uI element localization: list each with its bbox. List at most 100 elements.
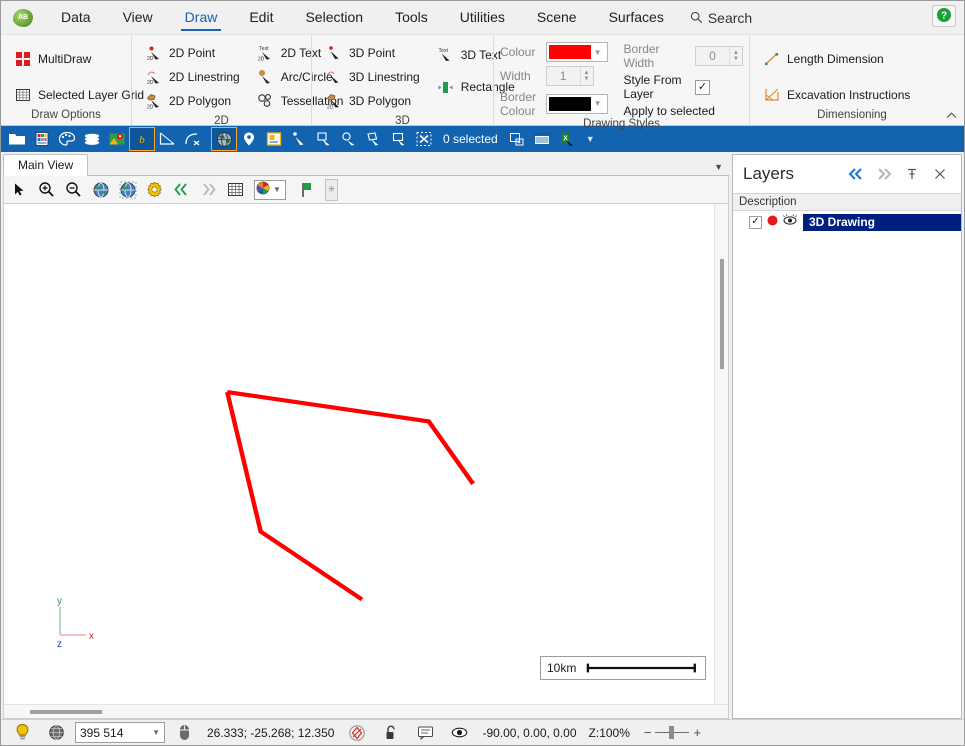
- style-from-layer-checkbox[interactable]: ✓: [695, 79, 710, 95]
- 2d-polygon-label: 2D Polygon: [169, 94, 232, 108]
- colour-picker[interactable]: ▼: [545, 42, 608, 63]
- ribbon-tab-draw[interactable]: Draw: [169, 4, 234, 31]
- view-tab-strip: Main View ▼: [3, 154, 729, 176]
- app-logo[interactable]: AB: [1, 3, 45, 33]
- border-width-spinner[interactable]: 0 ▲ ▼: [695, 46, 743, 66]
- horizontal-scrollbar-thumb[interactable]: [30, 710, 102, 714]
- grid-toggle-icon[interactable]: [223, 178, 248, 202]
- canvas-horizontal-scrollbar[interactable]: [4, 704, 728, 718]
- ribbon-tab-utilities[interactable]: Utilities: [444, 4, 521, 31]
- zoom-in-icon[interactable]: [34, 178, 59, 202]
- lightbulb-icon[interactable]: [7, 722, 37, 744]
- open-folder-icon[interactable]: [5, 128, 29, 150]
- eye-icon[interactable]: [444, 722, 474, 744]
- length-dimension-button[interactable]: Length Dimension: [760, 47, 916, 71]
- select-circle-icon[interactable]: [337, 128, 361, 150]
- canvas-vertical-scrollbar[interactable]: [714, 204, 728, 704]
- app-logo-glyph: AB: [13, 8, 33, 27]
- layer-row[interactable]: ✓ 3D Drawing: [733, 213, 961, 231]
- ribbon-tab-surfaces[interactable]: Surfaces: [593, 4, 680, 31]
- clear-selection-icon[interactable]: [412, 128, 436, 150]
- view-tab-main-view[interactable]: Main View: [3, 154, 89, 176]
- zoom-out-icon[interactable]: [61, 178, 86, 202]
- palette-icon[interactable]: [55, 128, 79, 150]
- rewind-icon[interactable]: [169, 178, 194, 202]
- 3d-point-icon: [325, 44, 343, 62]
- unlock-icon[interactable]: [376, 722, 406, 744]
- data-table-icon[interactable]: [30, 128, 54, 150]
- globe-extent-icon[interactable]: [115, 178, 140, 202]
- ribbon-tab-data[interactable]: Data: [45, 4, 107, 31]
- globe-icon[interactable]: [211, 127, 237, 151]
- zoom-slider[interactable]: − +: [638, 726, 701, 739]
- select-point-icon[interactable]: [287, 128, 311, 150]
- apply-to-selected-button[interactable]: Apply to selected: [624, 104, 743, 118]
- object-count-dropdown[interactable]: 395 514 ▼: [75, 722, 165, 743]
- ribbon-content: MultiDraw Selected Layer Grid Draw Optio…: [1, 34, 964, 130]
- pin-icon[interactable]: [901, 163, 923, 185]
- mouse-icon: [169, 722, 199, 744]
- vertical-scrollbar-thumb[interactable]: [720, 259, 724, 369]
- pin-marker-icon[interactable]: [237, 128, 261, 150]
- ribbon-tab-selection[interactable]: Selection: [289, 4, 379, 31]
- selected-layer-grid-button[interactable]: Selected Layer Grid: [11, 83, 150, 107]
- legend-icon[interactable]: [262, 128, 286, 150]
- ribbon-tab-scene[interactable]: Scene: [521, 4, 593, 31]
- zoom-slider-knob[interactable]: [669, 726, 675, 739]
- multidraw-button[interactable]: MultiDraw: [11, 47, 150, 71]
- help-button[interactable]: ?: [932, 5, 956, 27]
- ribbon-tab-edit[interactable]: Edit: [233, 4, 289, 31]
- expand-right-icon[interactable]: [873, 163, 895, 185]
- more-options-icon[interactable]: ✳: [325, 178, 338, 201]
- 2d-linestring-icon: 2D: [145, 68, 163, 86]
- excavation-instructions-button[interactable]: Excavation Instructions: [760, 83, 916, 107]
- ribbon-collapse-icon[interactable]: [945, 111, 958, 123]
- border-colour-picker[interactable]: ▼: [545, 93, 608, 114]
- settings-gear-icon[interactable]: [142, 178, 167, 202]
- eye-icon[interactable]: [783, 214, 797, 230]
- width-spinner[interactable]: 1 ▲ ▼: [545, 65, 594, 86]
- zoom-slider-track[interactable]: [655, 726, 690, 739]
- object-count-value: 395 514: [80, 725, 124, 740]
- search-label: Search: [707, 9, 753, 26]
- boundary-icon[interactable]: b: [129, 127, 155, 151]
- map-image-icon[interactable]: [105, 128, 129, 150]
- toolbar-overflow-chevron-down-icon[interactable]: ▼: [580, 134, 601, 144]
- search-box[interactable]: Search: [680, 5, 762, 31]
- layers-stack-icon[interactable]: [80, 128, 104, 150]
- zoom-in-button[interactable]: +: [693, 726, 701, 739]
- view-tab-overflow-chevron-down-icon[interactable]: ▼: [714, 162, 723, 172]
- ribbon-group-drawing-styles: Colour ▼ Width 1 ▲ ▼ Border Colour ▼ Bor…: [493, 35, 749, 130]
- width-spinner-arrows[interactable]: ▲ ▼: [579, 66, 593, 85]
- globe-status-icon[interactable]: [41, 722, 71, 744]
- 3d-polygon-button[interactable]: 2D 3D Polygon: [322, 89, 426, 113]
- 3d-point-button[interactable]: 3D Point: [322, 41, 426, 65]
- forward-icon[interactable]: [196, 178, 221, 202]
- layer-name-label[interactable]: 3D Drawing: [803, 213, 961, 231]
- projection-icon[interactable]: [342, 722, 372, 744]
- 2d-point-button[interactable]: 2D 2D Point: [142, 41, 246, 65]
- group-title-draw-options: Draw Options: [31, 109, 101, 121]
- border-width-spinner-arrows[interactable]: ▲ ▼: [729, 47, 742, 65]
- ribbon-tab-tools[interactable]: Tools: [379, 4, 444, 31]
- colour-palette-dropdown[interactable]: ▼: [254, 179, 286, 200]
- select-rectangle-icon[interactable]: [312, 128, 336, 150]
- layer-visibility-checkbox[interactable]: ✓: [749, 215, 762, 229]
- zoom-out-button[interactable]: −: [644, 726, 652, 739]
- collapse-left-icon[interactable]: [845, 163, 867, 185]
- 2d-linestring-button[interactable]: 2D 2D Linestring: [142, 65, 246, 89]
- globe-view-icon[interactable]: [88, 178, 113, 202]
- close-icon[interactable]: [929, 163, 951, 185]
- drawing-canvas[interactable]: y x z 10km: [4, 204, 714, 704]
- layer-colour-swatch[interactable]: [766, 214, 779, 230]
- select-box-icon[interactable]: [387, 128, 411, 150]
- ribbon-tab-view[interactable]: View: [107, 4, 169, 31]
- message-icon[interactable]: [410, 722, 440, 744]
- select-polygon-icon[interactable]: [362, 128, 386, 150]
- angle-measure-icon[interactable]: [155, 128, 179, 150]
- pointer-icon[interactable]: [7, 178, 32, 202]
- curve-edit-icon[interactable]: [180, 128, 204, 150]
- bookmark-flag-icon[interactable]: [294, 178, 319, 202]
- 2d-polygon-button[interactable]: 2D 2D Polygon: [142, 89, 246, 113]
- 3d-linestring-button[interactable]: 3D Linestring: [322, 65, 426, 89]
